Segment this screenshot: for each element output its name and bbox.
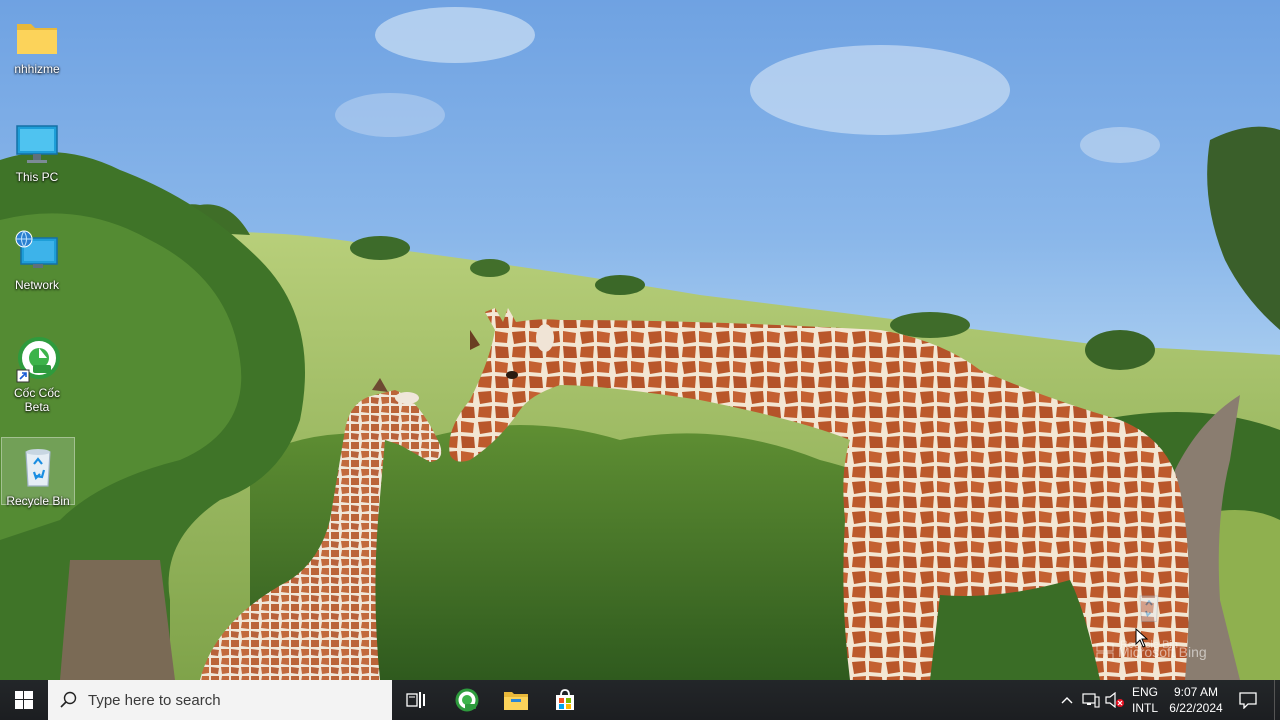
taskbar: Type here to search ENG INTL 9:07 AM 6/2… (0, 680, 1280, 720)
windows-logo-icon (15, 691, 33, 709)
desktop-icon-label: This PC (15, 170, 59, 184)
action-center-button[interactable] (1232, 680, 1264, 720)
language-label: ENG (1131, 685, 1158, 699)
microsoft-logo-icon (1096, 643, 1114, 661)
keyboard-layout-label: INTL (1131, 701, 1158, 715)
folder-icon (13, 12, 61, 60)
show-desktop-button[interactable] (1274, 680, 1280, 720)
file-explorer-icon (504, 692, 528, 710)
network-tray-icon (1082, 693, 1100, 708)
taskbar-store-button[interactable] (541, 680, 589, 720)
network-icon (13, 228, 61, 276)
recycle-bin-icon (14, 444, 62, 492)
coccoc-icon (13, 336, 61, 384)
volume-tray-button[interactable] (1104, 680, 1126, 720)
desktop-icon-label: nhhizme (14, 62, 60, 76)
desktop-icon-recycle-bin[interactable]: Recycle Bin (1, 437, 75, 508)
desktop-icon-label: Cốc Cốc Beta (13, 386, 60, 414)
search-placeholder: Type here to search (88, 691, 221, 709)
clock-time: 9:07 AM (1173, 685, 1219, 699)
desktop-icon-label: Recycle Bin (6, 494, 70, 508)
coccoc-icon (455, 688, 479, 712)
microsoft-store-icon (556, 689, 574, 710)
desktop-icon-network[interactable]: Network (0, 220, 74, 292)
volume-muted-icon (1105, 692, 1124, 708)
taskbar-file-explorer-button[interactable] (492, 680, 540, 720)
network-tray-button[interactable] (1080, 680, 1102, 720)
clock-date: 6/22/2024 (1169, 701, 1223, 715)
bing-watermark: Microsoft Bing (1096, 643, 1207, 661)
desktop-icon-label: Network (14, 278, 59, 292)
task-view-icon (406, 692, 425, 708)
taskbar-coccoc-button[interactable] (443, 680, 491, 720)
input-language-button[interactable]: ENG INTL (1128, 680, 1162, 720)
taskbar-search-box[interactable]: Type here to search (48, 680, 392, 720)
desktop-icon-this-pc[interactable]: This PC (0, 112, 74, 184)
desktop-icon-folder[interactable]: nhhizme (0, 4, 74, 76)
show-hidden-icons-button[interactable] (1056, 680, 1078, 720)
start-button[interactable] (0, 680, 48, 720)
notification-icon (1239, 692, 1257, 709)
desktop-icon-coccoc[interactable]: Cốc Cốc Beta (0, 328, 74, 414)
bing-watermark-label: Microsoft Bing (1118, 644, 1207, 660)
clock-button[interactable]: 9:07 AM 6/22/2024 (1164, 680, 1228, 720)
recycle-bin-icon (1139, 595, 1159, 622)
monitor-icon (13, 120, 61, 168)
desktop-wallpaper (0, 0, 1280, 680)
chevron-up-icon (1061, 697, 1073, 704)
drag-ghost-recycle-bin: Recycle Bin (1112, 590, 1186, 651)
search-icon (60, 691, 77, 708)
task-view-button[interactable] (392, 680, 440, 720)
